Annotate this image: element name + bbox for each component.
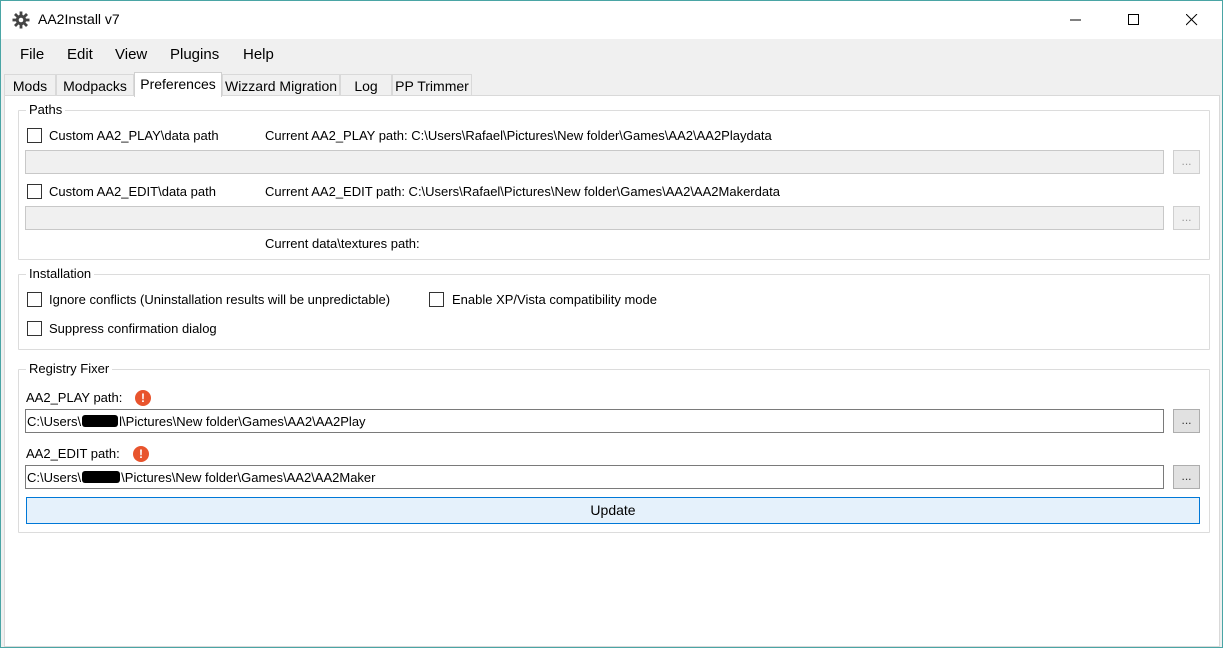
edit-path-label: AA2_EDIT path: — [26, 446, 120, 461]
custom-edit-checkbox[interactable] — [27, 184, 42, 199]
update-button[interactable]: Update — [26, 497, 1200, 524]
edit-path-suffix: \Pictures\New folder\Games\AA2\AA2Maker — [121, 470, 376, 485]
menu-edit[interactable]: Edit — [67, 46, 93, 63]
custom-edit-browse-button: ... — [1173, 206, 1200, 230]
tab-wizzard-migration[interactable]: Wizzard Migration — [222, 74, 340, 96]
redacted-username — [81, 470, 121, 484]
maximize-icon — [1128, 14, 1139, 25]
preferences-page: Paths Custom AA2_PLAY\data path Current … — [4, 95, 1220, 647]
installation-group: Installation Ignore conflicts (Uninstall… — [18, 266, 1210, 350]
play-path-prefix: C:\Users\ — [27, 414, 82, 429]
play-path-label: AA2_PLAY path: — [26, 390, 123, 405]
play-path-input[interactable]: C:\Users\ l\Pictures\New folder\Games\AA2… — [25, 409, 1164, 433]
xp-vista-checkbox[interactable] — [429, 292, 444, 307]
redacted-username — [81, 414, 119, 428]
current-play-path: Current AA2_PLAY path: C:\Users\Rafael\P… — [265, 128, 772, 143]
current-edit-path: Current AA2_EDIT path: C:\Users\Rafael\P… — [265, 184, 780, 199]
custom-play-browse-button: ... — [1173, 150, 1200, 174]
close-icon — [1186, 14, 1198, 26]
xp-vista-label: Enable XP/Vista compatibility mode — [452, 292, 657, 307]
minimize-icon — [1070, 19, 1081, 21]
tab-log[interactable]: Log — [340, 74, 392, 96]
minimize-button[interactable] — [1047, 1, 1105, 39]
tab-preferences[interactable]: Preferences — [134, 72, 222, 97]
menu-help[interactable]: Help — [243, 46, 274, 63]
play-path-value: C:\Users\ l\Pictures\New folder\Games\AA2… — [27, 414, 366, 429]
edit-path-value: C:\Users\ \Pictures\New folder\Games\AA2\… — [27, 470, 376, 485]
maximize-button[interactable] — [1105, 1, 1163, 39]
suppress-dialog-label: Suppress confirmation dialog — [49, 321, 217, 336]
error-icon — [135, 390, 151, 406]
edit-path-prefix: C:\Users\ — [27, 470, 82, 485]
title-bar: AA2Install v7 — [1, 1, 1222, 39]
current-textures-path: Current data\textures path: — [265, 236, 420, 251]
suppress-dialog-checkbox[interactable] — [27, 321, 42, 336]
custom-play-path-field — [25, 150, 1164, 174]
error-icon — [133, 446, 149, 462]
close-button[interactable] — [1163, 1, 1221, 39]
ignore-conflicts-checkbox[interactable] — [27, 292, 42, 307]
play-path-browse-button[interactable]: ... — [1173, 409, 1200, 433]
custom-edit-path-field — [25, 206, 1164, 230]
custom-edit-label: Custom AA2_EDIT\data path — [49, 184, 216, 199]
menu-plugins[interactable]: Plugins — [170, 46, 219, 63]
tab-mods[interactable]: Mods — [4, 74, 56, 96]
custom-play-checkbox[interactable] — [27, 128, 42, 143]
menu-bar: File Edit View Plugins Help — [1, 39, 1222, 69]
menu-file[interactable]: File — [20, 46, 44, 63]
ignore-conflicts-label: Ignore conflicts (Uninstallation results… — [49, 292, 391, 307]
paths-group-title: Paths — [26, 102, 66, 118]
custom-play-label: Custom AA2_PLAY\data path — [49, 128, 219, 143]
paths-group: Paths Custom AA2_PLAY\data path Current … — [18, 102, 1210, 260]
menu-view[interactable]: View — [115, 46, 147, 63]
tab-strip: Mods Modpacks Preferences Wizzard Migrat… — [1, 72, 1222, 97]
installation-group-title: Installation — [26, 266, 95, 282]
window-title: AA2Install v7 — [38, 11, 120, 27]
edit-path-input[interactable]: C:\Users\ \Pictures\New folder\Games\AA2\… — [25, 465, 1164, 489]
tab-pp-trimmer[interactable]: PP Trimmer — [392, 74, 472, 96]
gear-icon — [12, 11, 30, 29]
edit-path-browse-button[interactable]: ... — [1173, 465, 1200, 489]
tab-modpacks[interactable]: Modpacks — [56, 74, 134, 96]
app-window: AA2Install v7 File Edit View Plugins Hel… — [0, 0, 1223, 648]
registry-group-title: Registry Fixer — [26, 361, 113, 377]
play-path-suffix: l\Pictures\New folder\Games\AA2\AA2Play — [119, 414, 366, 429]
